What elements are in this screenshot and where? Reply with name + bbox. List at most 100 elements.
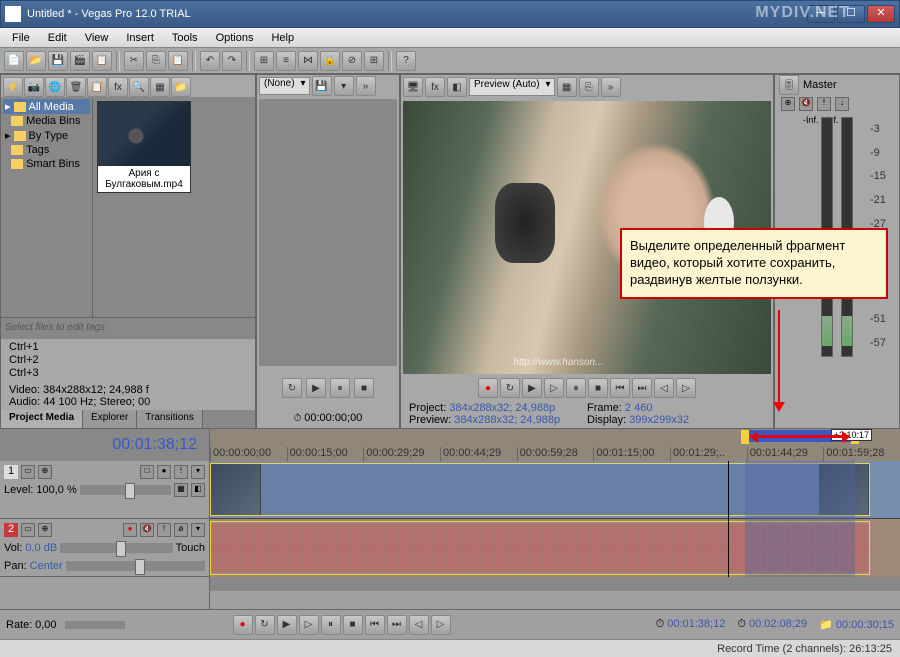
pv-nextframe-icon[interactable]: ▷ xyxy=(676,378,696,398)
normalize-icon[interactable]: ⊞ xyxy=(364,51,384,71)
pv-overlay-icon[interactable]: ▦ xyxy=(557,77,577,97)
timeline-hscrollbar[interactable] xyxy=(210,577,900,591)
master-mute-icon[interactable]: 🔇 xyxy=(799,97,813,111)
tree-smart-bins[interactable]: Smart Bins xyxy=(3,157,90,171)
undo-icon[interactable]: ↶ xyxy=(200,51,220,71)
track-minimize-icon[interactable]: ▭ xyxy=(21,465,35,479)
timeline-timecode[interactable]: 00:01:38;12 xyxy=(0,429,209,461)
master-dim-icon[interactable]: ↓ xyxy=(835,97,849,111)
track-mute-icon[interactable]: ● xyxy=(157,465,171,479)
mt-pause-icon[interactable]: ⏸ xyxy=(321,615,341,635)
trim-pause-icon[interactable]: ⏸ xyxy=(330,378,350,398)
pv-fx-icon[interactable]: fx xyxy=(425,77,445,97)
atrack-solo-icon[interactable]: ! xyxy=(157,523,171,537)
menu-help[interactable]: Help xyxy=(263,30,302,46)
mt-next-icon[interactable]: ▷ xyxy=(431,615,451,635)
audio-track-header[interactable]: 2 ▭ ⊕ ● 🔇 ! ø ▾ Vol: 0,0 dB Touch Pan: C… xyxy=(0,519,209,577)
pv-quality-dropdown[interactable]: Preview (Auto) xyxy=(469,78,555,96)
vol-slider[interactable] xyxy=(60,543,172,553)
remove-icon[interactable]: 🗑 xyxy=(66,77,86,97)
master-solo-icon[interactable]: ! xyxy=(817,97,831,111)
capture-icon[interactable]: 📷 xyxy=(24,77,44,97)
menu-edit[interactable]: Edit xyxy=(40,30,75,46)
properties-icon[interactable]: 📋 xyxy=(92,51,112,71)
pan-slider[interactable] xyxy=(66,561,205,571)
get-media-icon[interactable]: 🌐 xyxy=(45,77,65,97)
ignore-icon[interactable]: ⊘ xyxy=(342,51,362,71)
props-icon[interactable]: 📋 xyxy=(87,77,107,97)
close-button[interactable]: ✕ xyxy=(867,5,895,23)
mt-goend-icon[interactable]: ⏭ xyxy=(387,615,407,635)
trim-play-icon[interactable]: ▶ xyxy=(306,378,326,398)
search-icon[interactable]: 🔍 xyxy=(129,77,149,97)
mt-loop-icon[interactable]: ↻ xyxy=(255,615,275,635)
mt-play-icon[interactable]: ▷ xyxy=(299,615,319,635)
lock-icon[interactable]: 🔒 xyxy=(320,51,340,71)
pv-record-icon[interactable]: ● xyxy=(478,378,498,398)
ripple-icon[interactable]: ≡ xyxy=(276,51,296,71)
import-icon[interactable]: ⚡ xyxy=(3,77,23,97)
redo-icon[interactable]: ↷ xyxy=(222,51,242,71)
timeline-ruler[interactable]: +2:10:17 00:00:00;00 00:00:15;00 00:00:2… xyxy=(210,429,900,461)
tree-media-bins[interactable]: Media Bins xyxy=(3,114,90,128)
atrack-min-icon[interactable]: ▭ xyxy=(21,523,35,537)
trim-loop-icon[interactable]: ↻ xyxy=(282,378,302,398)
track-more-icon[interactable]: ▾ xyxy=(191,465,205,479)
menu-insert[interactable]: Insert xyxy=(118,30,162,46)
atrack-arm-icon[interactable]: ● xyxy=(123,523,137,537)
views-icon[interactable]: ▦ xyxy=(150,77,170,97)
tab-transitions[interactable]: Transitions xyxy=(137,410,203,428)
mt-playstart-icon[interactable]: ▶ xyxy=(277,615,297,635)
trimmer-save-icon[interactable]: 💾 xyxy=(312,76,332,96)
atrack-fx-icon[interactable]: ⊕ xyxy=(38,523,52,537)
media-thumbnail[interactable]: Ария с Булгаковым.mp4 xyxy=(97,101,191,193)
playhead[interactable] xyxy=(728,461,729,577)
trimmer-fx-icon[interactable]: ▾ xyxy=(334,76,354,96)
mt-prev-icon[interactable]: ◁ xyxy=(409,615,429,635)
parent-icon[interactable]: ◧ xyxy=(191,483,205,497)
menu-view[interactable]: View xyxy=(77,30,117,46)
cut-icon[interactable]: ✂ xyxy=(124,51,144,71)
copy-icon[interactable]: ⎘ xyxy=(146,51,166,71)
rate-scrub[interactable] xyxy=(65,621,125,629)
pv-copy-icon[interactable]: ⎘ xyxy=(579,77,599,97)
snap-icon[interactable]: ⊞ xyxy=(254,51,274,71)
pv-stop-icon[interactable]: ■ xyxy=(588,378,608,398)
fx-icon[interactable]: fx xyxy=(108,77,128,97)
master-mixer-icon[interactable]: 🎚 xyxy=(779,75,799,95)
pv-more-icon[interactable]: » xyxy=(601,77,621,97)
tree-by-type[interactable]: ▸By Type xyxy=(3,128,90,143)
help-icon[interactable]: ? xyxy=(396,51,416,71)
track-motion-icon[interactable]: □ xyxy=(140,465,154,479)
new-icon[interactable]: 📄 xyxy=(4,51,24,71)
open-icon[interactable]: 📂 xyxy=(26,51,46,71)
autocrossfade-icon[interactable]: ⋈ xyxy=(298,51,318,71)
video-track-header[interactable]: 1 ▭ ⊕ □ ● ! ▾ Level: 100,0 % ▦ ◧ xyxy=(0,461,209,519)
mt-gostart-icon[interactable]: ⏮ xyxy=(365,615,385,635)
tab-project-media[interactable]: Project Media xyxy=(1,410,83,428)
pv-goend-icon[interactable]: ⏭ xyxy=(632,378,652,398)
pv-loop-icon[interactable]: ↻ xyxy=(500,378,520,398)
trim-stop-icon[interactable]: ■ xyxy=(354,378,374,398)
trimmer-more-icon[interactable]: » xyxy=(356,76,376,96)
pv-playstart-icon[interactable]: ▶ xyxy=(522,378,542,398)
atrack-more-icon[interactable]: ▾ xyxy=(191,523,205,537)
tree-all-media[interactable]: ▸All Media xyxy=(3,99,90,114)
pm-tags-field[interactable]: Select files to edit tags xyxy=(1,317,255,339)
paste-icon[interactable]: 📋 xyxy=(168,51,188,71)
level-slider[interactable] xyxy=(80,485,171,495)
mt-record-icon[interactable]: ● xyxy=(233,615,253,635)
timeline-tracks-area[interactable]: +2:10:17 00:00:00;00 00:00:15;00 00:00:2… xyxy=(210,429,900,609)
pv-device-icon[interactable]: 🖥 xyxy=(403,77,423,97)
track-solo-icon[interactable]: ! xyxy=(174,465,188,479)
trimmer-display[interactable] xyxy=(259,99,397,366)
mt-stop-icon[interactable]: ■ xyxy=(343,615,363,635)
atrack-mute-icon[interactable]: 🔇 xyxy=(140,523,154,537)
pv-gostart-icon[interactable]: ⏮ xyxy=(610,378,630,398)
tab-explorer[interactable]: Explorer xyxy=(83,410,137,428)
track-fx-icon[interactable]: ⊕ xyxy=(38,465,52,479)
master-fx-icon[interactable]: ⊕ xyxy=(781,97,795,111)
save-icon[interactable]: 💾 xyxy=(48,51,68,71)
bin-icon[interactable]: 📁 xyxy=(171,77,191,97)
pv-split-icon[interactable]: ◧ xyxy=(447,77,467,97)
